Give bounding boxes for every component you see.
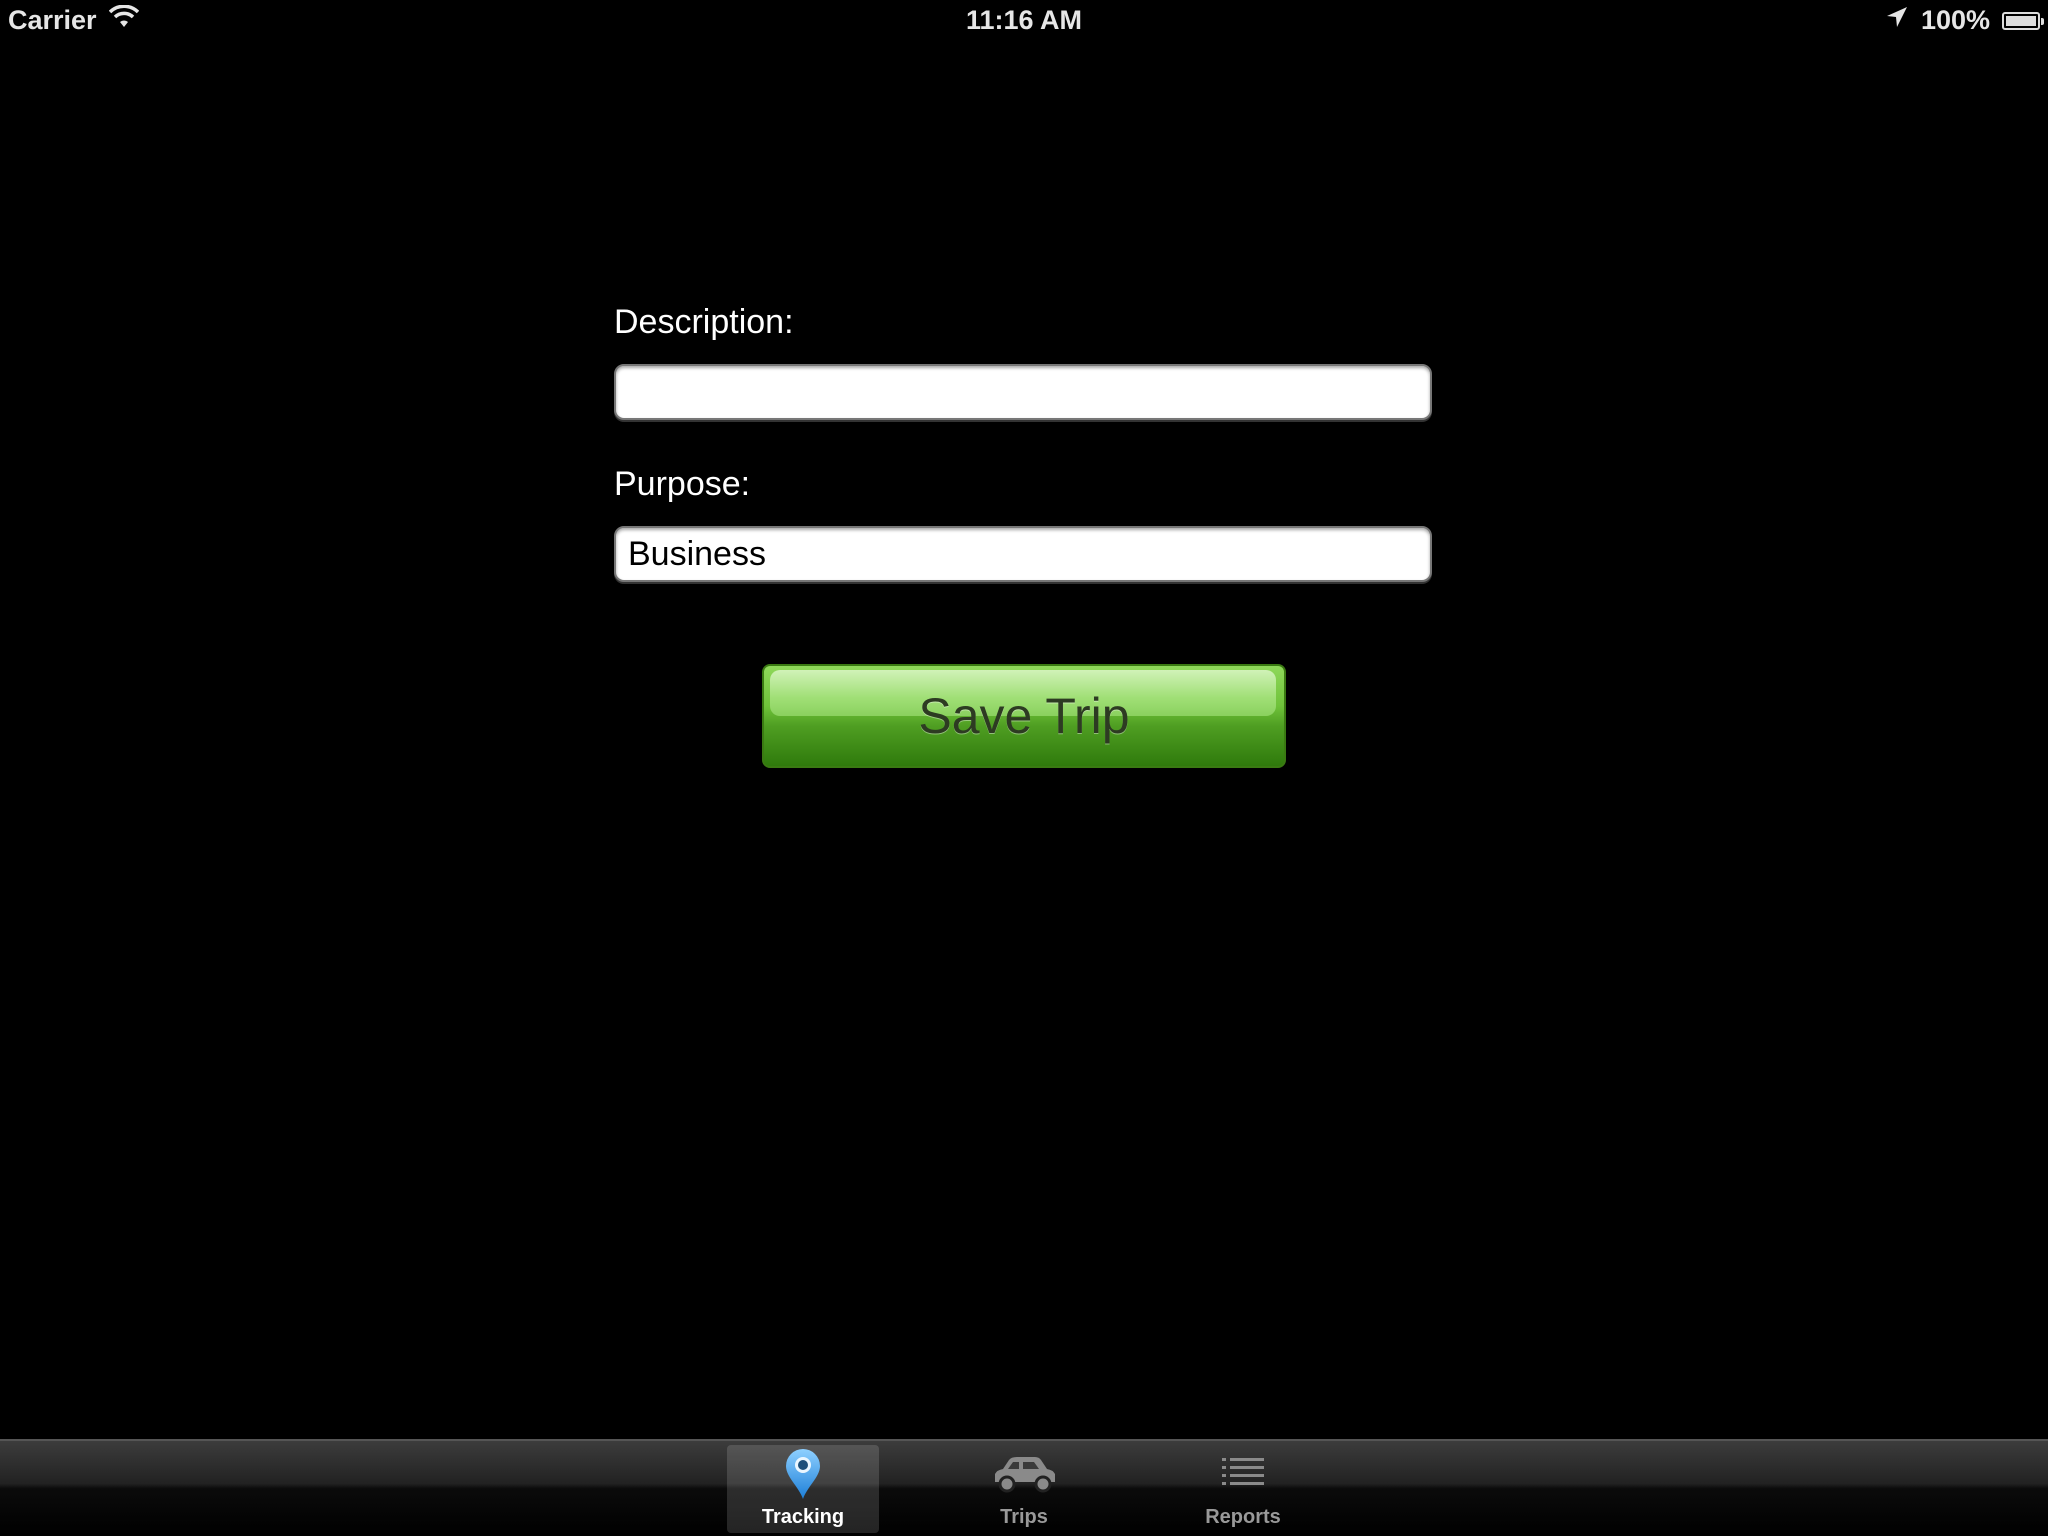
purpose-label: Purpose:: [614, 465, 751, 503]
description-label: Description:: [614, 303, 794, 341]
list-icon: [1208, 1446, 1278, 1502]
save-trip-label: Save Trip: [918, 688, 1130, 744]
status-bar: Carrier 11:16 AM 100%: [0, 0, 2048, 40]
purpose-field[interactable]: [614, 526, 1432, 582]
description-field[interactable]: [614, 364, 1432, 420]
tab-trips-label: Trips: [1000, 1506, 1048, 1528]
tab-reports-label: Reports: [1205, 1506, 1281, 1528]
tab-trips[interactable]: Trips: [948, 1445, 1100, 1533]
map-pin-icon: [768, 1446, 838, 1502]
tab-tracking-label: Tracking: [761, 1506, 845, 1528]
car-icon: [989, 1446, 1059, 1502]
battery-icon: [2002, 11, 2044, 30]
battery-label: 100%: [1920, 5, 1990, 35]
location-arrow-icon: [1885, 5, 1909, 36]
screen: Carrier 11:16 AM 100% Description: Purpo…: [0, 0, 2048, 1536]
save-trip-button[interactable]: Save Trip: [762, 664, 1286, 768]
status-time: 11:16 AM: [965, 5, 1083, 35]
tab-reports[interactable]: Reports: [1167, 1445, 1319, 1533]
tab-bar: Tracking Trips Reports: [0, 1439, 2048, 1536]
trip-form: Description: Purpose:: [614, 300, 1432, 582]
status-right-group: 100%: [1885, 5, 2044, 36]
tab-tracking[interactable]: Tracking: [727, 1445, 879, 1533]
